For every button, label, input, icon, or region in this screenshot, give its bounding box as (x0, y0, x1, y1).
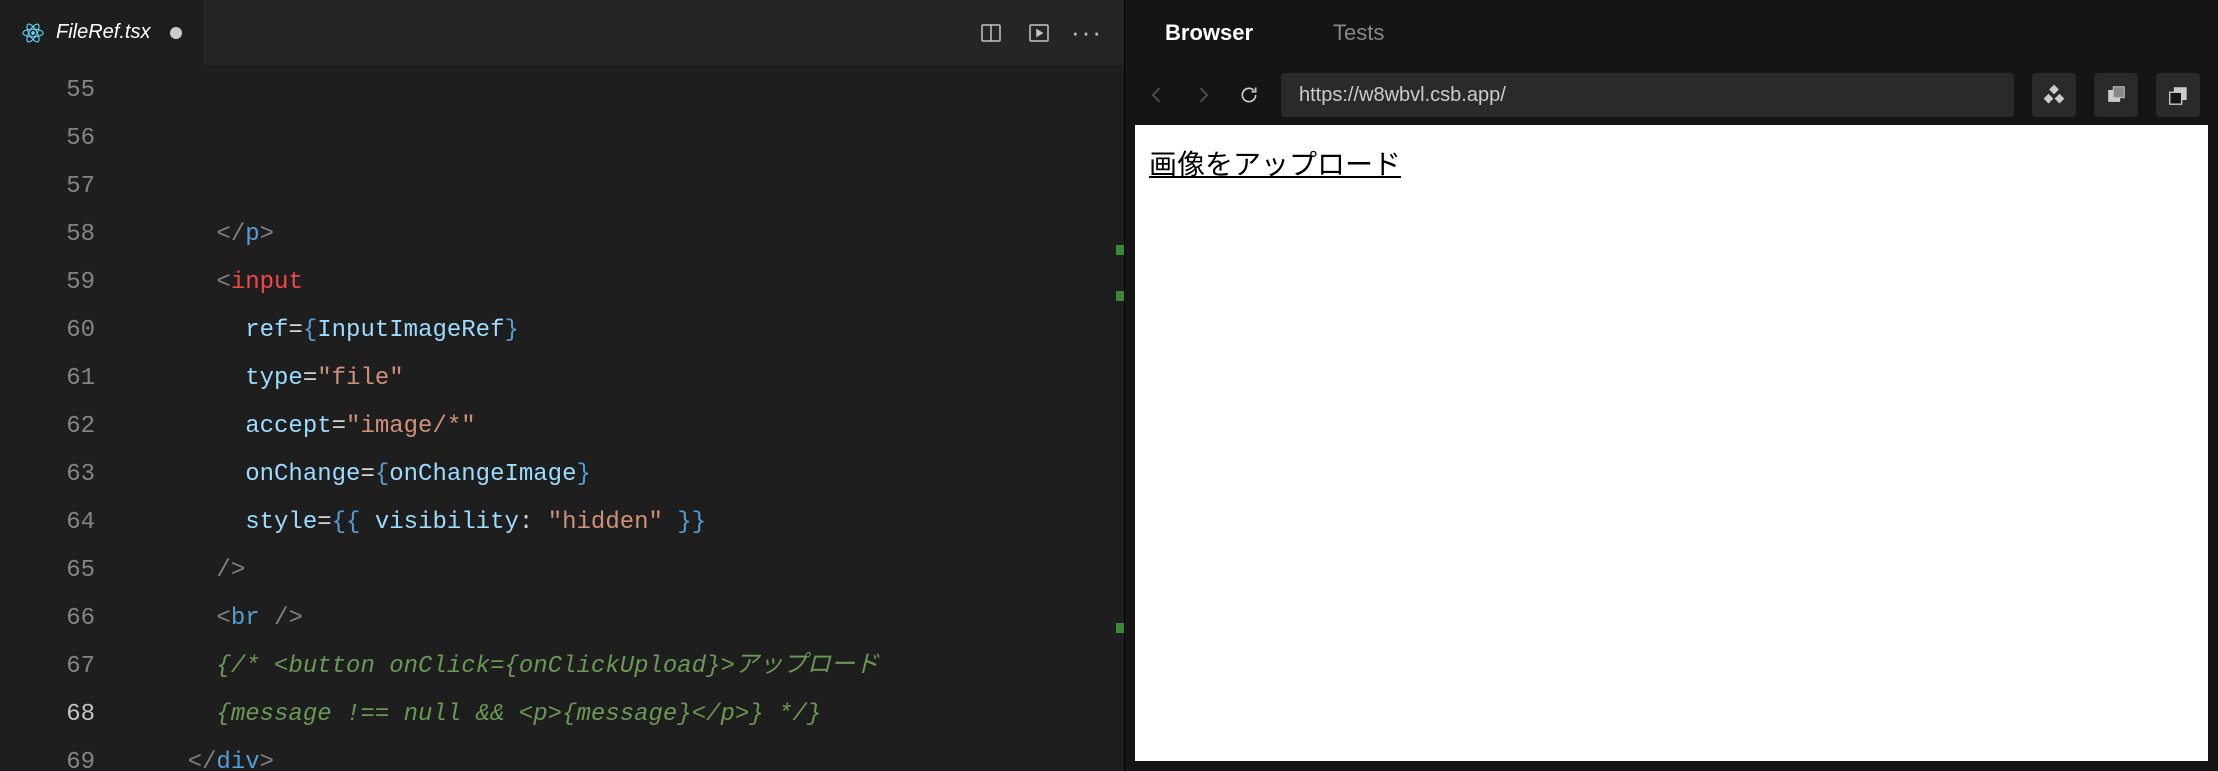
line-number: 65 (0, 547, 95, 595)
line-number-gutter: 555657585960616263646566676869 (0, 65, 130, 771)
code-line[interactable]: onChange={onChangeImage} (130, 451, 1124, 499)
code-area[interactable]: 555657585960616263646566676869 </p> <inp… (0, 65, 1124, 771)
editor-pane: FileRef.tsx ··· 555657585960616263646566… (0, 0, 1124, 771)
file-tab[interactable]: FileRef.tsx (0, 0, 205, 65)
codesandbox-button[interactable] (2032, 73, 2076, 117)
split-editor-button[interactable] (976, 18, 1006, 48)
code-line[interactable]: </p> (130, 211, 1124, 259)
code-line[interactable]: {message !== null && <p>{message}</p>} *… (130, 691, 1124, 739)
back-button[interactable] (1143, 81, 1171, 109)
editor-tab-bar: FileRef.tsx ··· (0, 0, 1124, 65)
line-number: 62 (0, 403, 95, 451)
tab-browser[interactable]: Browser (1165, 20, 1253, 46)
tab-tests[interactable]: Tests (1333, 20, 1384, 46)
line-number: 63 (0, 451, 95, 499)
line-number: 60 (0, 307, 95, 355)
code-line[interactable]: </div> (130, 739, 1124, 771)
code-content[interactable]: </p> <input ref={InputImageRef} type="fi… (130, 65, 1124, 771)
reload-button[interactable] (1235, 81, 1263, 109)
code-line[interactable]: accept="image/*" (130, 403, 1124, 451)
unsaved-indicator-icon (170, 27, 182, 39)
code-line[interactable]: /> (130, 547, 1124, 595)
code-line[interactable]: <input (130, 259, 1124, 307)
line-number: 58 (0, 211, 95, 259)
upload-link[interactable]: 画像をアップロード (1149, 150, 1401, 181)
code-line[interactable]: <br /> (130, 595, 1124, 643)
open-window-button[interactable] (2094, 73, 2138, 117)
ellipsis-icon: ··· (1071, 17, 1103, 48)
code-line[interactable]: type="file" (130, 355, 1124, 403)
editor-actions: ··· (976, 18, 1124, 48)
browser-viewport[interactable]: 画像をアップロード (1135, 125, 2208, 761)
line-number: 56 (0, 115, 95, 163)
line-number: 64 (0, 499, 95, 547)
preview-pane: Browser Tests https://w8wbvl.csb.app/ 画像… (1124, 0, 2218, 771)
code-line[interactable]: {/* <button onClick={onClickUpload}>アップロ… (130, 643, 1124, 691)
line-number: 59 (0, 259, 95, 307)
browser-toolbar: https://w8wbvl.csb.app/ (1125, 65, 2218, 125)
line-number: 55 (0, 67, 95, 115)
forward-button[interactable] (1189, 81, 1217, 109)
new-window-button[interactable] (2156, 73, 2200, 117)
line-number: 67 (0, 643, 95, 691)
editor-tabs: FileRef.tsx (0, 0, 205, 65)
url-text: https://w8wbvl.csb.app/ (1299, 84, 1506, 107)
line-number: 61 (0, 355, 95, 403)
url-bar[interactable]: https://w8wbvl.csb.app/ (1281, 73, 2014, 117)
code-line[interactable]: style={{ visibility: "hidden" }} (130, 499, 1124, 547)
line-number: 69 (0, 739, 95, 771)
file-tab-label: FileRef.tsx (56, 21, 150, 44)
more-actions-button[interactable]: ··· (1072, 18, 1102, 48)
preview-tabs: Browser Tests (1125, 0, 2218, 65)
line-number: 68 (0, 691, 95, 739)
line-number: 57 (0, 163, 95, 211)
react-icon (22, 22, 44, 44)
line-number: 66 (0, 595, 95, 643)
run-preview-button[interactable] (1024, 18, 1054, 48)
code-line[interactable]: ref={InputImageRef} (130, 307, 1124, 355)
